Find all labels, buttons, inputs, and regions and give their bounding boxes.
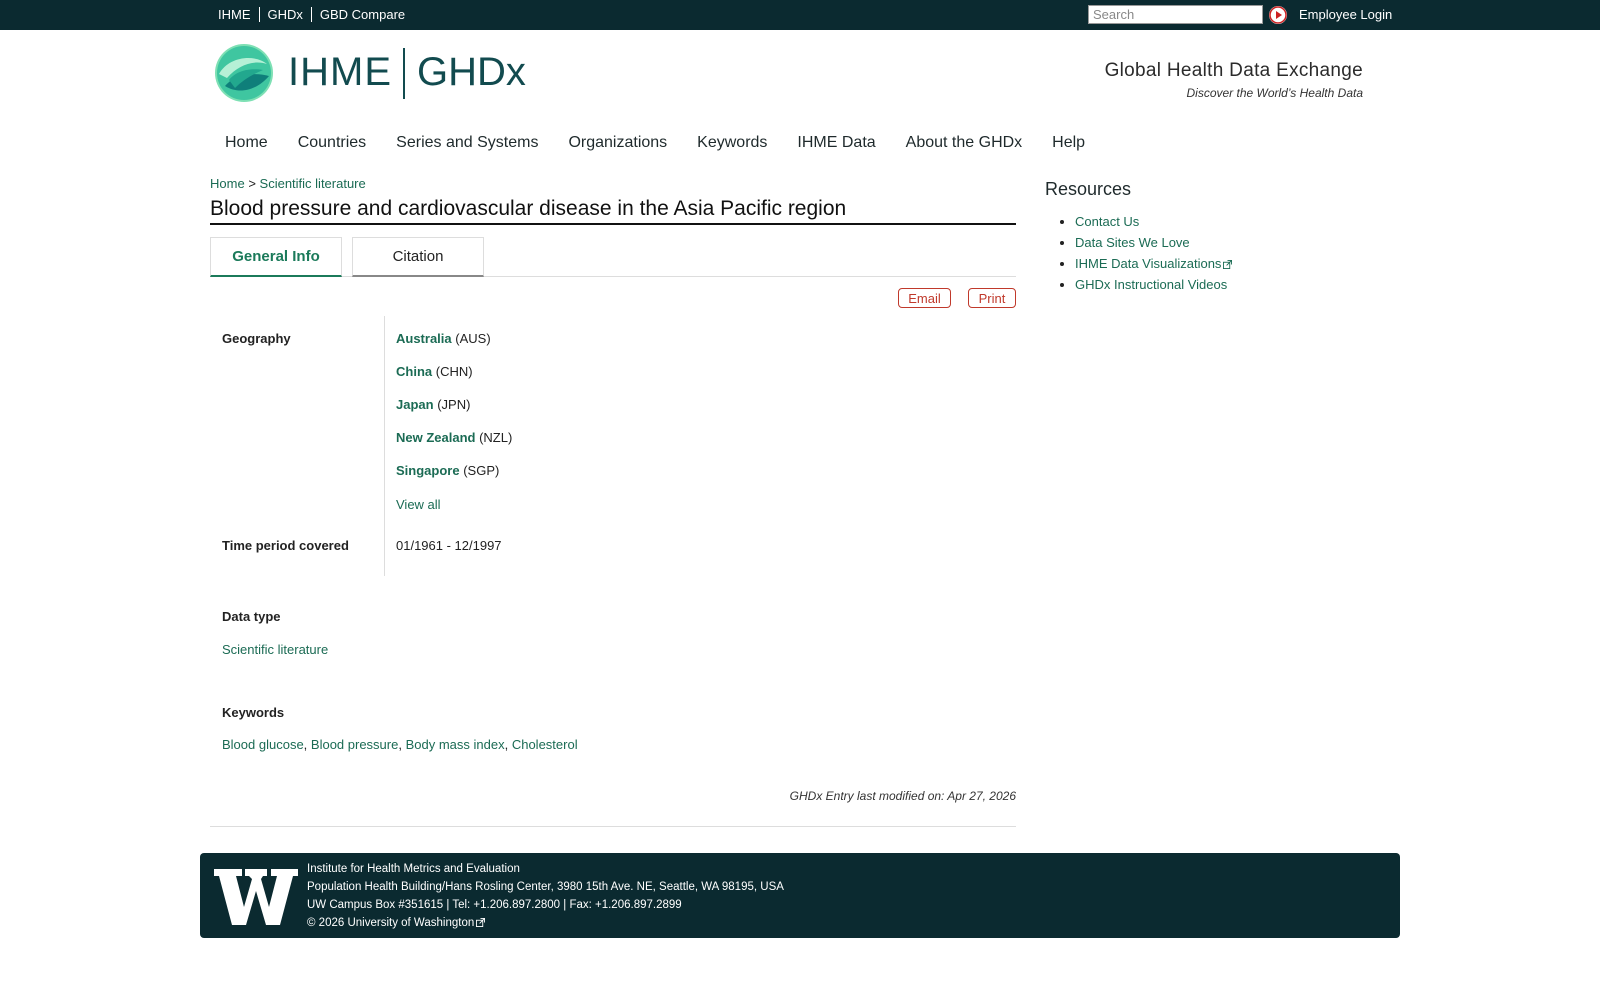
country-code: (SGP): [463, 463, 500, 478]
country-code: (JPN): [437, 397, 471, 412]
country-code: (CHN): [435, 364, 473, 379]
list-item: IHME Data Visualizations: [1075, 256, 1233, 277]
resource-link-ihme-visualizations[interactable]: IHME Data Visualizations: [1075, 256, 1221, 271]
list-item: New Zealand (NZL): [396, 430, 512, 463]
data-type-link[interactable]: Scientific literature: [222, 642, 328, 657]
footer-copyright: © 2026: [307, 917, 345, 929]
view-all-link[interactable]: View all: [396, 497, 441, 512]
country-code: (AUS): [455, 331, 491, 346]
search-input[interactable]: [1088, 5, 1263, 24]
footer: Institute for Health Metrics and Evaluat…: [200, 853, 1400, 938]
info-divider: [384, 316, 385, 576]
page-title: Blood pressure and cardiovascular diseas…: [210, 197, 1016, 225]
list-item: Australia (AUS): [396, 331, 512, 364]
country-link-australia[interactable]: Australia: [396, 331, 452, 346]
logo-ghdx-text: GHDx: [417, 50, 526, 94]
email-button[interactable]: Email: [898, 288, 951, 308]
resources-list: Contact Us Data Sites We Love IHME Data …: [1075, 214, 1233, 298]
breadcrumb-current-link[interactable]: Scientific literature: [260, 176, 366, 191]
breadcrumb-home-link[interactable]: Home: [210, 176, 245, 191]
search-submit-button[interactable]: [1269, 6, 1287, 24]
keyword-link-cholesterol[interactable]: Cholesterol: [512, 737, 578, 752]
data-type-label: Data type: [222, 609, 281, 624]
footer-text: Institute for Health Metrics and Evaluat…: [307, 860, 784, 932]
list-item: Data Sites We Love: [1075, 235, 1232, 256]
geography-label: Geography: [222, 331, 291, 346]
country-link-singapore[interactable]: Singapore: [396, 463, 460, 478]
breadcrumb: Home > Scientific literature: [210, 176, 366, 191]
external-link-icon: [476, 918, 486, 928]
last-modified-text: GHDx Entry last modified on: Apr 27, 202…: [789, 789, 1016, 803]
nav-item-help[interactable]: Help: [1052, 134, 1085, 152]
keywords-list: Blood glucose, Blood pressure, Body mass…: [222, 737, 578, 752]
top-links: IHME GHDx GBD Compare: [218, 7, 405, 22]
footer-address: Population Health Building/Hans Rosling …: [307, 881, 784, 893]
country-link-china[interactable]: China: [396, 364, 432, 379]
tagline-title: Global Health Data Exchange: [1104, 60, 1363, 81]
list-item: Singapore (SGP): [396, 463, 512, 496]
geography-list: Australia (AUS) China (CHN) Japan (JPN) …: [396, 331, 512, 496]
country-code: (NZL): [479, 430, 513, 445]
top-link-ghdx[interactable]: GHDx: [268, 7, 303, 22]
nav-item-countries[interactable]: Countries: [298, 134, 366, 152]
divider: [310, 7, 312, 22]
nav-item-home[interactable]: Home: [225, 134, 268, 152]
keywords-label: Keywords: [222, 705, 285, 720]
resource-link-instructional-videos[interactable]: GHDx Instructional Videos: [1075, 277, 1227, 292]
list-item: Contact Us: [1075, 214, 1232, 235]
keyword-link-body-mass-index[interactable]: Body mass index: [406, 737, 505, 752]
divider: [258, 7, 260, 22]
ihme-logo-icon[interactable]: [215, 44, 273, 102]
main-nav: Home Countries Series and Systems Organi…: [225, 134, 1115, 152]
footer-institute: Institute for Health Metrics and Evaluat…: [307, 863, 520, 875]
logo-ihme-text: IHME: [288, 50, 392, 94]
nav-item-about-the-ghdx[interactable]: About the GHDx: [906, 134, 1023, 152]
keyword-link-blood-pressure[interactable]: Blood pressure: [311, 737, 398, 752]
external-link-icon: [1223, 260, 1233, 270]
list-item: Japan (JPN): [396, 397, 512, 430]
list-item: China (CHN): [396, 364, 512, 397]
print-button[interactable]: Print: [968, 288, 1016, 308]
resource-link-contact-us[interactable]: Contact Us: [1075, 214, 1139, 229]
top-link-gbd-compare[interactable]: GBD Compare: [320, 7, 405, 22]
tagline-subtitle: Discover the World’s Health Data: [1186, 86, 1363, 100]
nav-item-series-and-systems[interactable]: Series and Systems: [396, 134, 538, 152]
footer-contact: UW Campus Box #351615 | Tel: +1.206.897.…: [307, 899, 682, 911]
breadcrumb-separator: >: [248, 176, 256, 191]
keyword-link-blood-glucose[interactable]: Blood glucose: [222, 737, 304, 752]
country-link-japan[interactable]: Japan: [396, 397, 434, 412]
top-bar: IHME GHDx GBD Compare Employee Login: [0, 0, 1600, 30]
nav-item-ihme-data[interactable]: IHME Data: [797, 134, 875, 152]
time-period-value: 01/1961 - 12/1997: [396, 538, 502, 553]
resource-link-data-sites[interactable]: Data Sites We Love: [1075, 235, 1190, 250]
nav-item-organizations[interactable]: Organizations: [568, 134, 667, 152]
logo-divider: [403, 48, 405, 99]
resources-title: Resources: [1045, 179, 1132, 199]
content-divider: [210, 826, 1016, 827]
nav-item-keywords[interactable]: Keywords: [697, 134, 767, 152]
tab-citation[interactable]: Citation: [352, 237, 484, 277]
play-arrow-icon: [1269, 6, 1287, 24]
uw-link[interactable]: University of Washington: [347, 917, 474, 929]
top-link-ihme[interactable]: IHME: [218, 7, 251, 22]
country-link-new-zealand[interactable]: New Zealand: [396, 430, 475, 445]
uw-w-logo-icon[interactable]: [214, 869, 298, 925]
tab-general-info[interactable]: General Info: [210, 237, 342, 277]
footer-copyright-row: © 2026 University of Washington: [307, 914, 784, 932]
employee-login-link[interactable]: Employee Login: [1299, 7, 1392, 22]
time-period-label: Time period covered: [222, 538, 349, 553]
list-item: GHDx Instructional Videos: [1075, 277, 1232, 298]
